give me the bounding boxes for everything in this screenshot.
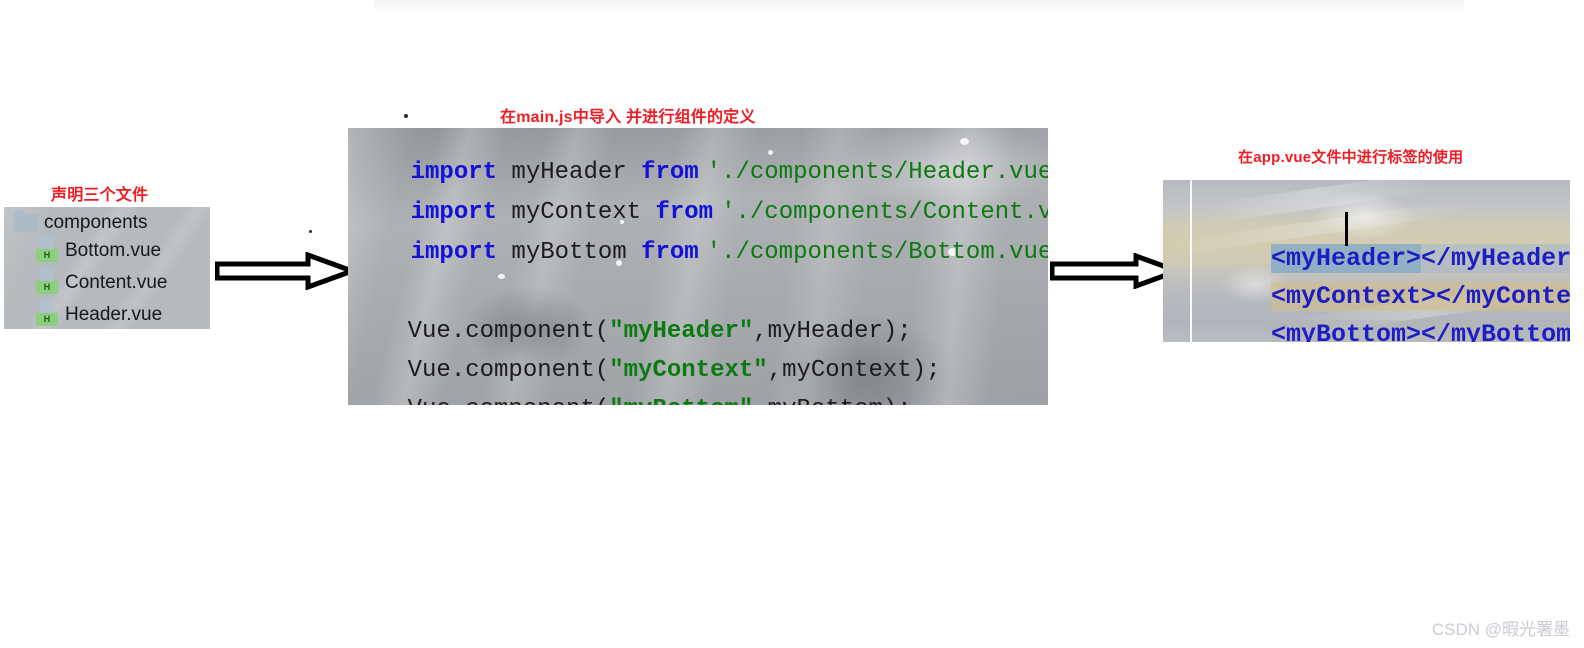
tree-label-header-vue: Header.vue [65,304,163,325]
top-grey-band [374,0,1464,11]
code-token-identifier: myBottom [497,239,642,266]
vue-file-badge: H [36,248,58,262]
code-token-call: Vue.component( [408,396,610,405]
arrow-right-icon [1050,253,1180,289]
speck-dot [309,230,312,233]
speck-dot [404,114,408,118]
code-token-tag-name: myBottom [624,396,739,405]
arrow-right-icon [215,252,355,290]
tag-close-mybottom: </myBottom> [1421,320,1570,342]
vue-file-icon: H [36,266,58,294]
tree-label-bottom-vue: Bottom.vue [65,240,162,261]
vue-file-icon: H [36,234,58,262]
tag-line-mybottom: <myBottom></myBottom> [1211,291,1570,342]
code-editor-app-vue[interactable]: <myHeader></myHeader> <myContext></myCon… [1163,180,1570,342]
tree-row-bottom-vue[interactable]: H Bottom.vue [36,234,162,264]
code-token-quote: " [739,396,753,405]
caption-import-in-mainjs: 在main.js中导入 并进行组件的定义 [500,109,756,126]
code-line-register-bottom: Vue.component("myBottom",myBottom); [350,369,912,405]
vue-file-icon: H [36,298,58,326]
code-token-keyword: import [410,239,498,266]
vue-file-badge: H [36,280,58,294]
csdn-watermark: CSDN @暇光署墨 [1431,620,1570,639]
editor-gutter-line [1190,180,1192,342]
file-tree-panel: components H Bottom.vue H Content.vue H … [4,207,210,329]
tree-row-components[interactable]: components [14,210,148,236]
code-token-args: ,myBottom); [753,396,911,405]
folder-icon [14,211,38,232]
tree-label-components: components [44,212,148,233]
code-editor-main-js[interactable]: import myHeader from './components/Header… [348,128,1048,405]
caption-declare-three-files: 声明三个文件 [51,187,149,204]
tree-row-header-vue[interactable]: H Header.vue [36,298,163,328]
tree-label-content-vue: Content.vue [65,272,168,293]
tree-row-content-vue[interactable]: H Content.vue [36,266,168,296]
code-token-module-path: './components/Bottom.vue' [706,239,1048,266]
code-token-quote: " [609,396,623,405]
vue-file-badge: H [36,312,58,326]
caption-use-tags-in-appvue: 在app.vue文件中进行标签的使用 [1238,149,1464,166]
tag-open-mybottom: <myBottom> [1271,320,1422,342]
code-line-import-bottom: import myBottom from './components/Bottom… [353,212,1048,293]
code-token-from: from [641,239,699,266]
text-cursor-caret [1345,212,1348,246]
